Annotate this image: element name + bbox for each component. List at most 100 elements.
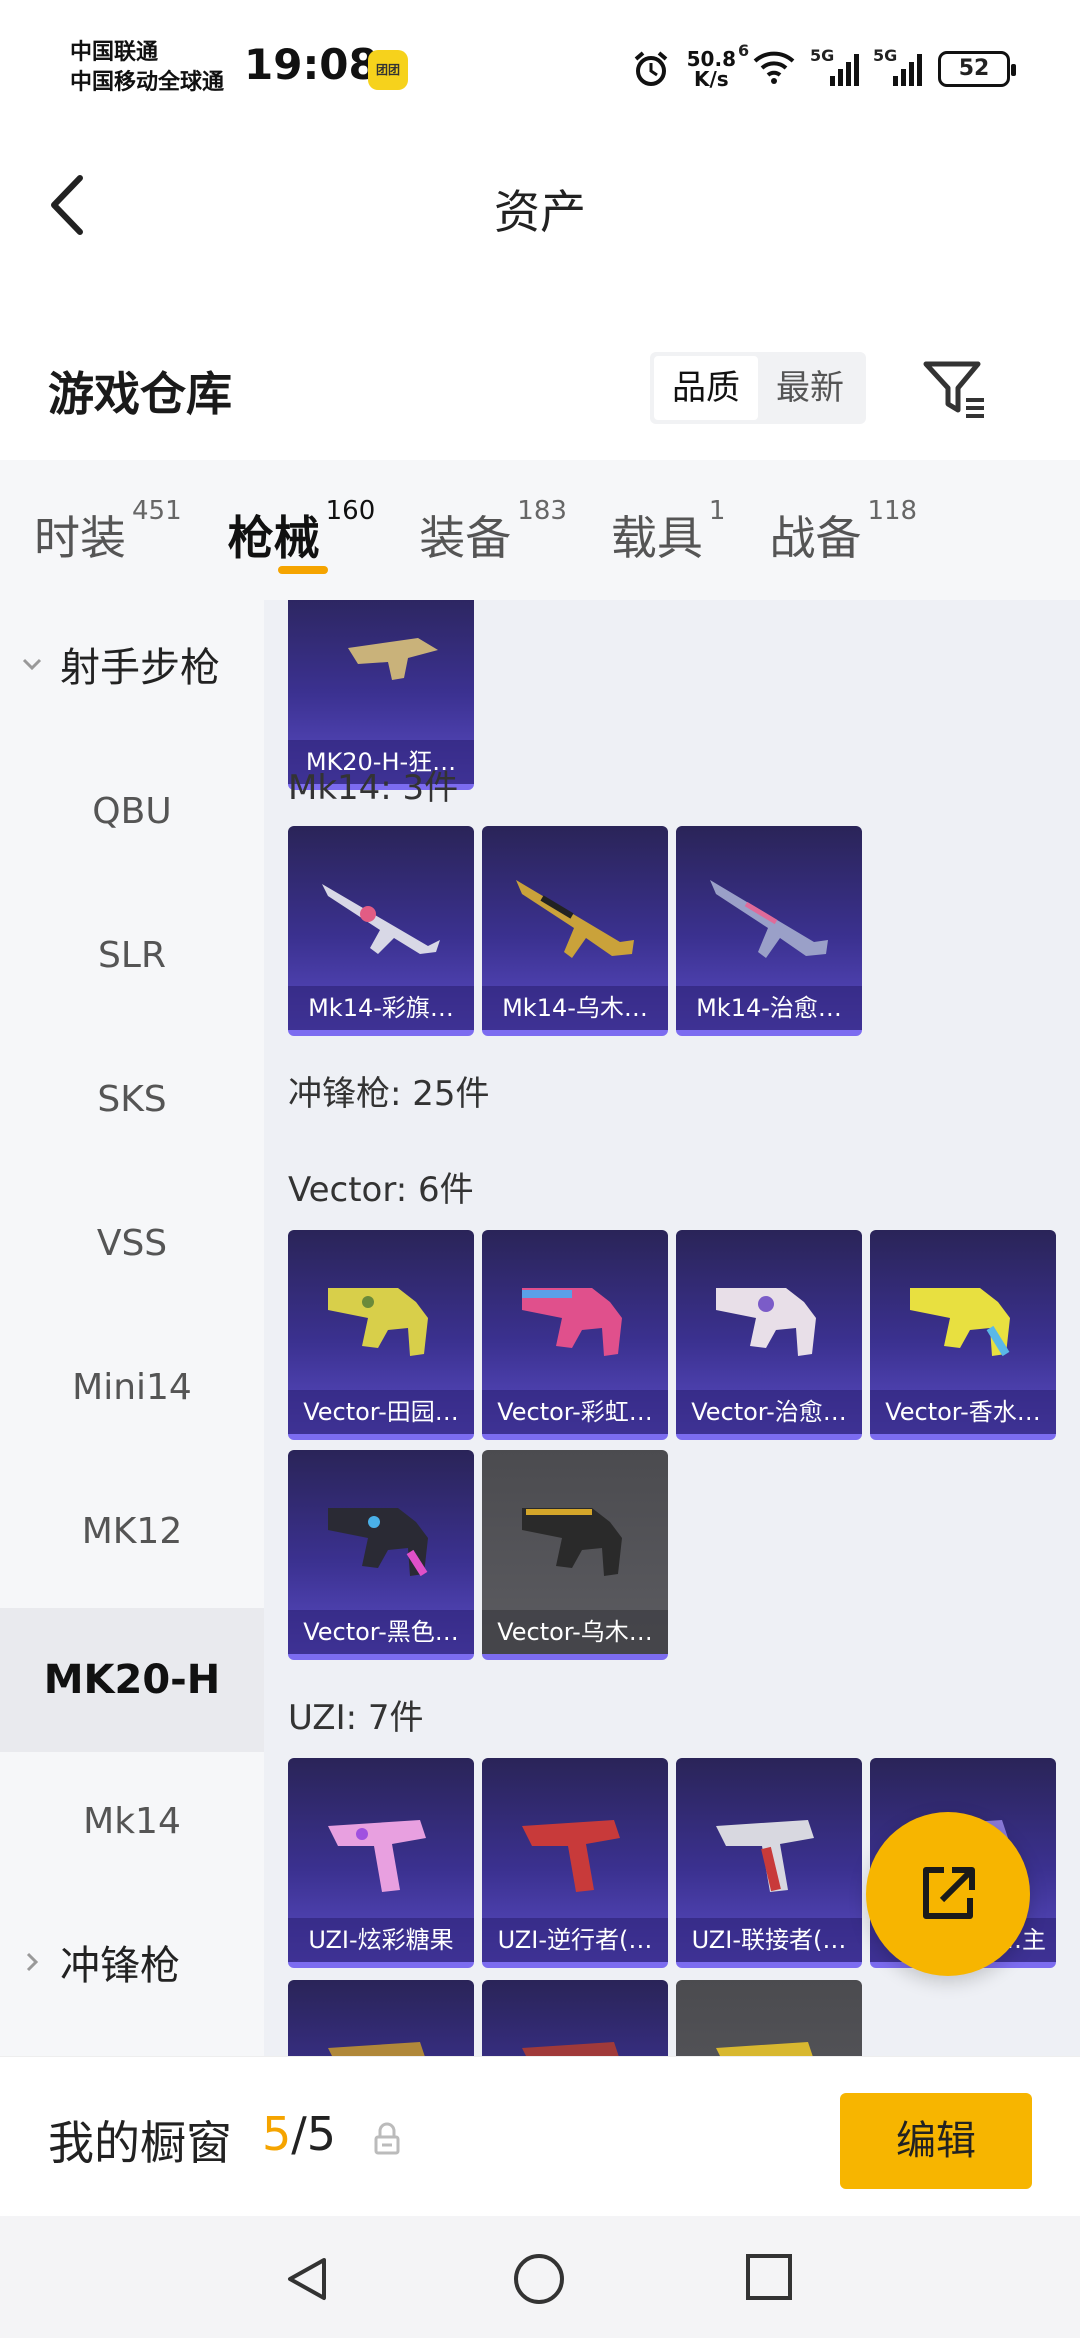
tab-label: 战备: [769, 511, 862, 565]
smg-icon: [328, 1288, 428, 1356]
sidebar-group-dmr[interactable]: 射手步枪: [0, 600, 264, 740]
smg-icon: [522, 2042, 619, 2056]
sidebar-group-smg[interactable]: 冲锋枪: [0, 1894, 264, 2038]
tab-equipment[interactable]: 装备 183: [419, 460, 567, 600]
warehouse-title: 游戏仓库: [48, 367, 232, 421]
tab-fashion[interactable]: 时装 451: [34, 460, 182, 600]
tab-vehicles[interactable]: 载具 1: [611, 460, 726, 600]
weapon-type-sidebar: 射手步枪 QBU SLR SKS VSS Mini14 MK12 MK20-H …: [0, 600, 264, 2056]
rifle-icon: [516, 880, 634, 958]
weapon-card[interactable]: Vector-乌木…: [482, 1450, 668, 1660]
sidebar-item-mini14[interactable]: Mini14: [0, 1316, 264, 1460]
system-nav-bar: [0, 2216, 1080, 2338]
weapon-card[interactable]: Vector-彩虹…: [482, 1230, 668, 1440]
smg-icon: [522, 1820, 620, 1892]
carrier-1: 中国联通: [70, 40, 159, 65]
showcase-bar: 我的橱窗 5/5 编辑: [0, 2056, 1080, 2216]
tab-count: 118: [867, 496, 918, 526]
sidebar-item-label: 射手步枪: [60, 645, 220, 691]
tab-supplies[interactable]: 战备 118: [769, 460, 917, 600]
weapon-card[interactable]: Mk14-彩旗…: [288, 826, 474, 1036]
section-mk14-header: Mk14: 3件: [288, 768, 459, 808]
nav-back-icon[interactable]: [282, 2254, 332, 2304]
tab-guns[interactable]: 枪械 160: [227, 460, 376, 600]
app-badge-icon: 团团: [368, 50, 408, 90]
weapon-card-label: Vector-治愈…: [676, 1390, 862, 1434]
weapon-card[interactable]: Vector-黑色…: [288, 1450, 474, 1660]
sidebar-item-sks[interactable]: SKS: [0, 1028, 264, 1172]
weapon-card[interactable]: Vector-治愈…: [676, 1230, 862, 1440]
nav-recents-icon[interactable]: [744, 2254, 794, 2304]
sidebar-item-mk14[interactable]: Mk14: [0, 1750, 264, 1894]
section-uzi-header: UZI: 7件: [288, 1698, 424, 1738]
weapon-card-label: Vector-香水…: [870, 1390, 1056, 1434]
alarm-icon: [634, 51, 667, 86]
rifle-icon: [348, 638, 438, 680]
status-time: 19:08: [244, 40, 378, 89]
wifi-icon: 6: [738, 41, 796, 89]
section-smg-header: 冲锋枪: 25件: [288, 1074, 490, 1114]
tab-label: 枪械: [227, 511, 320, 565]
weapon-card[interactable]: UZI-炫彩糖果: [288, 1758, 474, 1968]
weapon-card-label: Vector-乌木…: [482, 1610, 668, 1654]
sidebar-item-mk20h[interactable]: MK20-H: [0, 1608, 264, 1752]
lock-icon: [374, 2122, 400, 2155]
weapon-card[interactable]: UZI-逆行者(…: [482, 1758, 668, 1968]
net-speed: 50.8 K/s: [687, 49, 736, 89]
page-header: 资产: [0, 140, 1080, 270]
signal-1-label: 5G: [810, 46, 835, 65]
share-fab-button[interactable]: [866, 1812, 1030, 1976]
chevron-right-icon: [26, 1952, 39, 1972]
weapon-card[interactable]: Vector-香水…: [870, 1230, 1056, 1440]
sort-toggle: 品质 最新: [650, 352, 866, 424]
signal-2-label: 5G: [873, 46, 898, 65]
weapon-card-label: Vector-彩虹…: [482, 1390, 668, 1434]
weapon-card-label: UZI-炫彩糖果: [288, 1918, 474, 1962]
weapon-card[interactable]: UZI-联接者(…: [676, 1758, 862, 1968]
sidebar-item-slr[interactable]: SLR: [0, 884, 264, 1028]
share-icon: [923, 1867, 975, 1919]
sidebar-item-qbu[interactable]: QBU: [0, 740, 264, 884]
sidebar-item-vss[interactable]: VSS: [0, 1172, 264, 1316]
sort-latest-button[interactable]: 最新: [758, 356, 862, 420]
battery-icon: 52: [938, 51, 1016, 87]
smg-icon: [522, 1508, 622, 1576]
tab-count: 160: [325, 496, 376, 526]
carrier-2: 中国移动全球通: [70, 70, 225, 95]
tab-label: 时装: [34, 511, 126, 565]
weapon-card-label: Mk14-彩旗…: [288, 986, 474, 1030]
weapon-card-label: Vector-田园…: [288, 1390, 474, 1434]
status-icons: 50.8 K/s 6 5G 5G 52: [631, 41, 1016, 94]
weapon-card[interactable]: [676, 1980, 862, 2056]
tab-label: 装备: [419, 511, 512, 565]
section-vector-header: Vector: 6件: [288, 1170, 474, 1210]
weapon-card-label: UZI-逆行者(…: [482, 1918, 668, 1962]
weapon-card-label: Mk14-治愈…: [676, 986, 862, 1030]
signal-icon-1: 5G: [810, 46, 859, 86]
smg-icon: [716, 1820, 814, 1892]
filter-button[interactable]: [920, 354, 990, 424]
edit-button[interactable]: 编辑: [840, 2093, 1032, 2189]
warehouse-row: 游戏仓库 品质 最新: [0, 330, 1080, 450]
showcase-total: /5: [291, 2107, 337, 2161]
showcase-count: 5/5: [262, 2107, 336, 2161]
smg-icon: [716, 2042, 813, 2056]
smg-icon: [328, 1508, 428, 1577]
sort-quality-button[interactable]: 品质: [654, 356, 758, 420]
smg-icon: [716, 1288, 816, 1356]
tab-label: 载具: [610, 511, 703, 565]
status-bar: 中国联通 中国移动全球通 19:08 团团 50.8 K/s 6 5G 5G 5…: [0, 0, 1080, 140]
weapon-card-label: UZI-联接者(…: [676, 1918, 862, 1962]
weapon-card[interactable]: Mk14-乌木…: [482, 826, 668, 1036]
weapon-card[interactable]: Mk14-治愈…: [676, 826, 862, 1036]
showcase-used: 5: [262, 2107, 292, 2161]
weapon-card[interactable]: [288, 1980, 474, 2056]
weapon-card[interactable]: Vector-田园…: [288, 1230, 474, 1440]
tab-count: 451: [132, 496, 182, 526]
active-tab-indicator: [277, 566, 328, 574]
weapon-card[interactable]: [482, 1980, 668, 2056]
filter-icon: [923, 361, 984, 418]
category-tabs: 时装 451 枪械 160 装备 183 载具 1 战备 118: [0, 460, 1080, 600]
nav-home-icon[interactable]: [512, 2254, 566, 2308]
sidebar-item-mk12[interactable]: MK12: [0, 1460, 264, 1604]
